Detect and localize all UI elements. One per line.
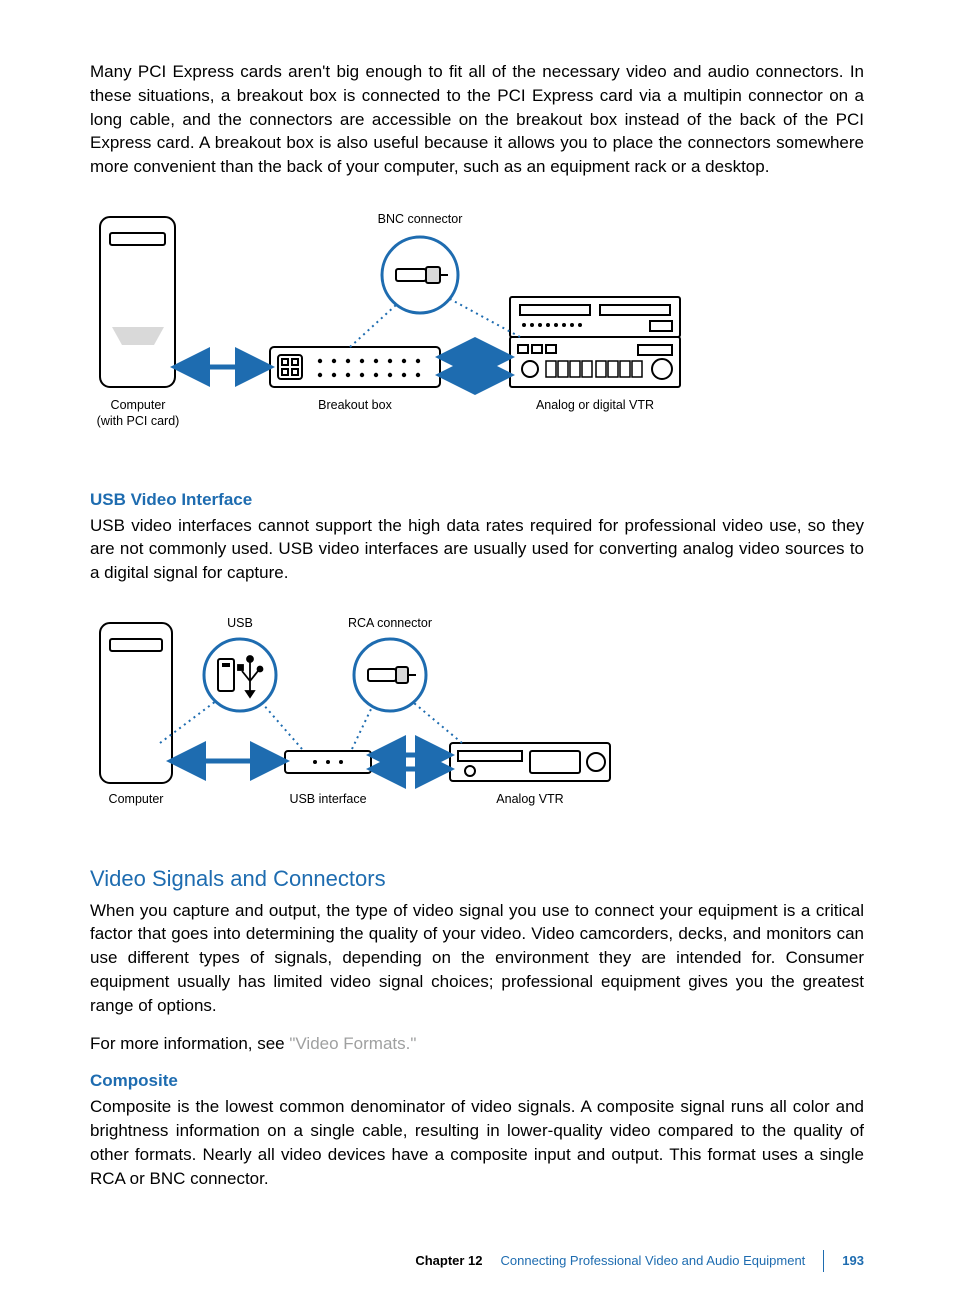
more-info-paragraph: For more information, see "Video Formats… [90, 1032, 864, 1056]
composite-paragraph: Composite is the lowest common denominat… [90, 1095, 864, 1190]
video-signals-heading: Video Signals and Connectors [90, 864, 864, 895]
analog-vtr-label: Analog VTR [496, 792, 563, 806]
usb-label: USB [227, 616, 253, 630]
usb-interface-icon [285, 751, 371, 773]
breakout-box-label: Breakout box [318, 398, 392, 412]
computer-icon [100, 217, 175, 387]
footer-page-number: 193 [842, 1252, 864, 1270]
analog-vtr-icon [450, 743, 610, 781]
rca-connector-icon [354, 639, 426, 711]
computer-label-2: (with PCI card) [97, 414, 180, 428]
computer-icon [100, 623, 172, 783]
computer-label-1: Computer [111, 398, 166, 412]
usb-connector-icon [204, 639, 276, 711]
page-footer: Chapter 12 Connecting Professional Video… [90, 1250, 864, 1272]
bnc-connector-icon [382, 237, 458, 313]
usb-paragraph: USB video interfaces cannot support the … [90, 514, 864, 585]
usb-video-interface-heading: USB Video Interface [90, 488, 864, 512]
computer-label: Computer [109, 792, 164, 806]
more-info-text: For more information, see [90, 1034, 289, 1053]
footer-chapter: Chapter 12 [415, 1252, 482, 1270]
vtr-label: Analog or digital VTR [536, 398, 654, 412]
signals-paragraph: When you capture and output, the type of… [90, 899, 864, 1018]
footer-separator [823, 1250, 824, 1272]
bnc-connector-label: BNC connector [378, 212, 463, 226]
composite-heading: Composite [90, 1069, 864, 1093]
usb-interface-label: USB interface [289, 792, 366, 806]
footer-title: Connecting Professional Video and Audio … [501, 1252, 806, 1270]
diagram-breakout-box: BNC connector [90, 197, 864, 464]
video-formats-link[interactable]: "Video Formats." [289, 1034, 416, 1053]
vtr-icon [510, 297, 680, 387]
intro-paragraph: Many PCI Express cards aren't big enough… [90, 60, 864, 179]
rca-label: RCA connector [348, 616, 432, 630]
breakout-box-icon [270, 347, 440, 387]
diagram-usb-interface: USB RCA connector [90, 603, 864, 840]
